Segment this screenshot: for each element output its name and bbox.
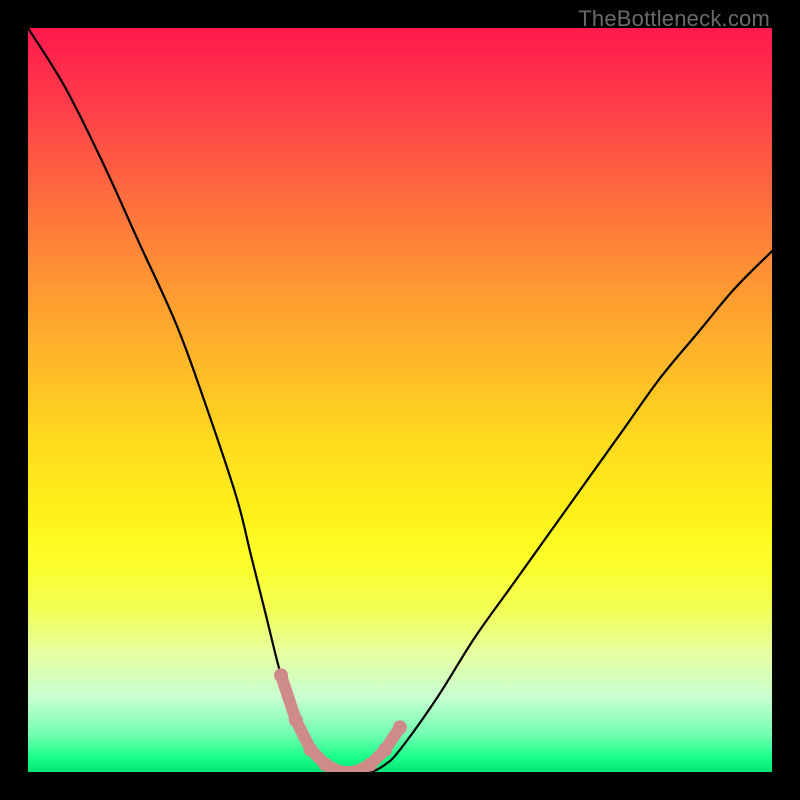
curve-svg bbox=[28, 28, 772, 772]
chart-frame: TheBottleneck.com bbox=[0, 0, 800, 800]
marker-dot bbox=[274, 668, 288, 682]
marker-connector bbox=[281, 675, 296, 720]
plot-area bbox=[28, 28, 772, 772]
bottleneck-curve bbox=[28, 28, 772, 772]
marker-dot bbox=[289, 713, 303, 727]
marker-dot bbox=[378, 743, 392, 757]
marker-dot bbox=[393, 720, 407, 734]
marker-dot bbox=[319, 758, 333, 772]
marker-dot bbox=[304, 743, 318, 757]
marker-dot bbox=[363, 758, 377, 772]
marker-dots bbox=[274, 668, 407, 772]
